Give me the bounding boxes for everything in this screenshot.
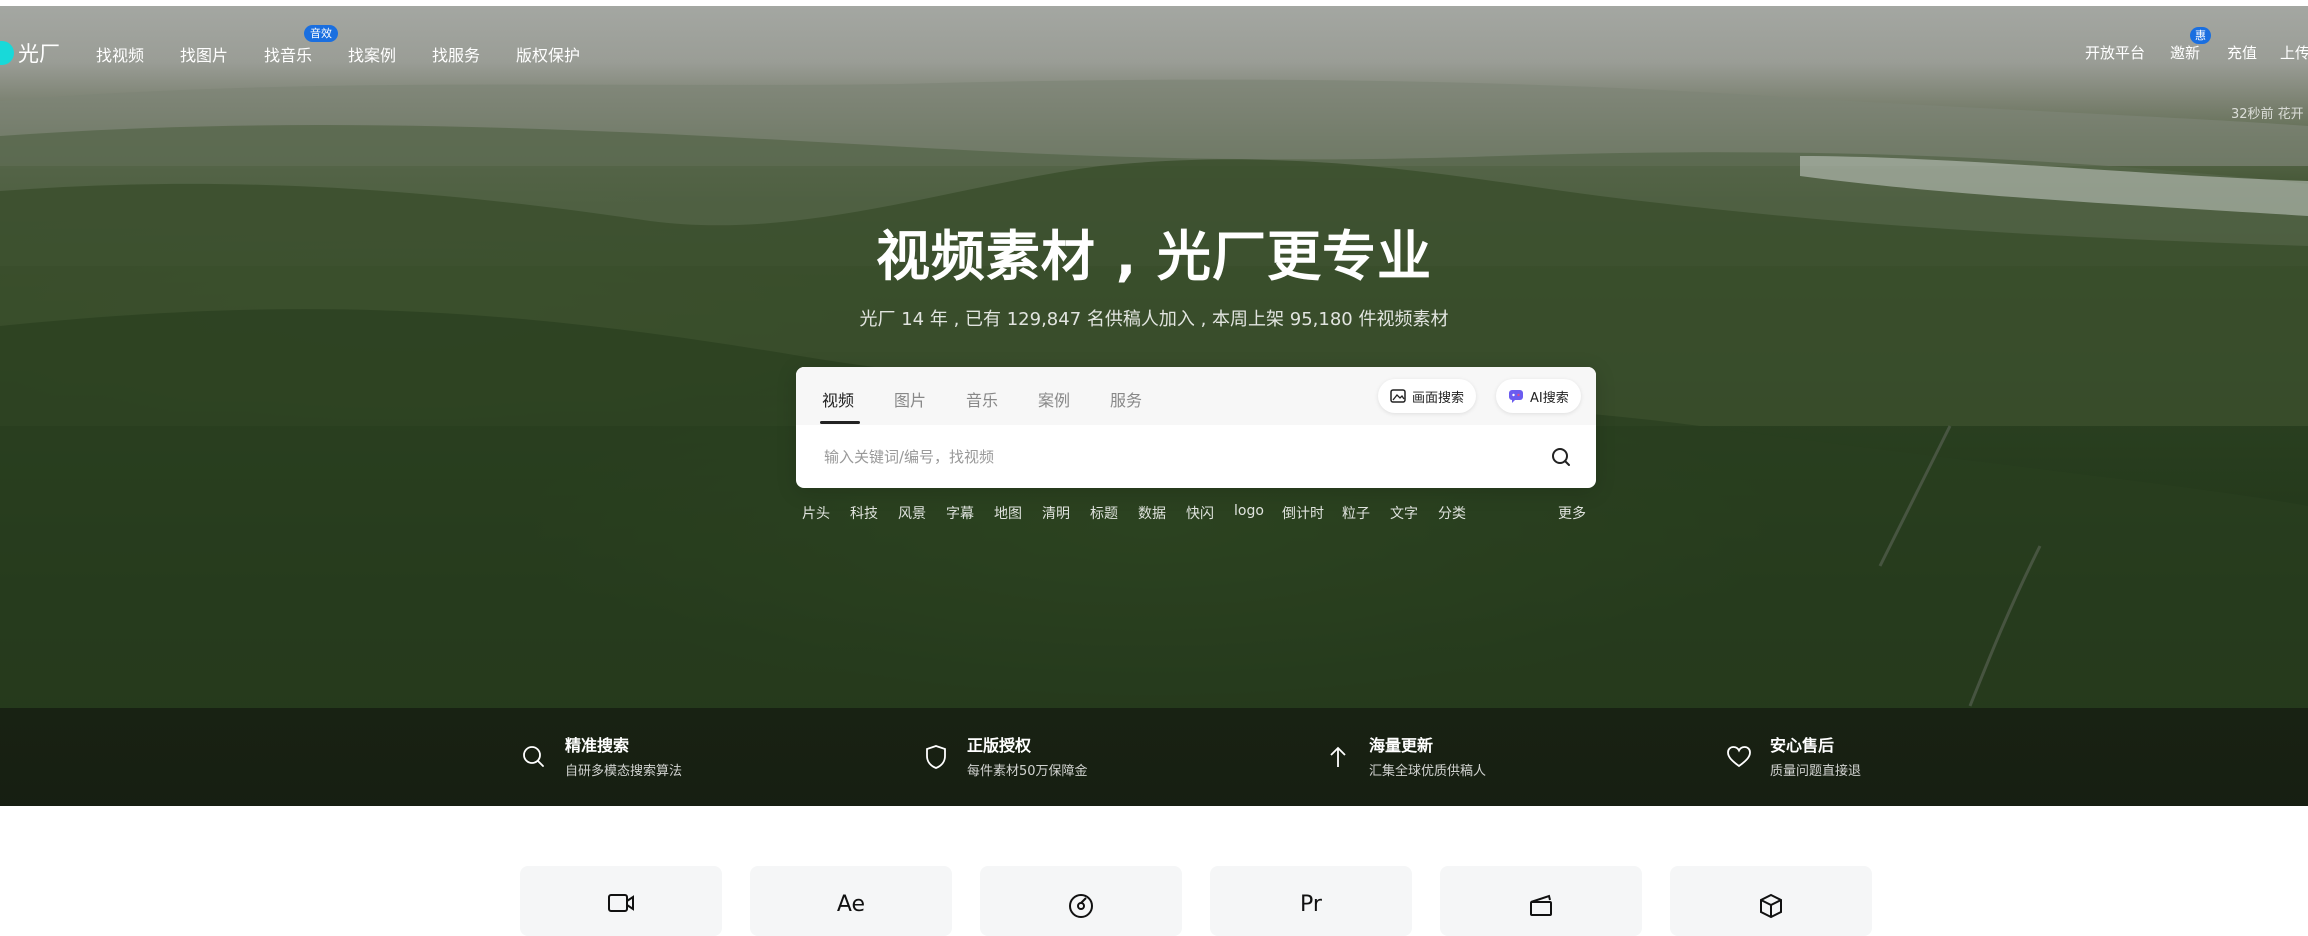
search-tab-case[interactable]: 案例 — [1038, 387, 1070, 411]
music-sfx-badge: 音效 — [304, 25, 338, 42]
search-tab-service[interactable]: 服务 — [1110, 387, 1142, 411]
nav-open-platform[interactable]: 开放平台 — [2085, 42, 2145, 63]
top-navigation: 光厂 找视频 找图片 找音乐 音效 找案例 找服务 版权保护 开放平台 邀新 惠… — [0, 6, 2308, 122]
category-card-clapper[interactable] — [1440, 866, 1642, 936]
feature-title: 安心售后 — [1770, 736, 1835, 755]
hot-tags: 片头 科技 风景 字幕 地图 清明 标题 数据 快闪 logo 倒计时 粒子 文… — [802, 503, 1594, 525]
category-card-pr[interactable]: Pr — [1210, 866, 1412, 936]
category-card-music[interactable] — [980, 866, 1182, 936]
logo-text: 光厂 — [18, 42, 60, 66]
logo-icon — [0, 41, 14, 65]
search-panel: 视频 图片 音乐 案例 服务 画面搜索 AI搜索 — [796, 367, 1596, 488]
clapperboard-icon — [1530, 894, 1552, 916]
nav-recharge[interactable]: 充值 — [2227, 42, 2257, 63]
activity-ticker: 32秒前 花开 — [2231, 107, 2304, 122]
hot-tag[interactable]: 字幕 — [946, 503, 974, 523]
arrow-up-icon — [1330, 746, 1346, 767]
hot-tag[interactable]: 粒子 — [1342, 503, 1370, 523]
image-search-label: 画面搜索 — [1412, 390, 1465, 406]
search-icon[interactable] — [1550, 446, 1572, 468]
ai-chat-icon — [1509, 390, 1523, 403]
more-tags-link[interactable]: 更多 — [1558, 503, 1586, 523]
hot-tag[interactable]: 片头 — [802, 503, 830, 523]
hero-subtitle: 光厂 14 年 , 已有 129,847 名供稿人加入 , 本周上架 95,18… — [859, 309, 1449, 330]
feature-desc: 汇集全球优质供稿人 — [1369, 764, 1487, 779]
nav-upload[interactable]: 上传 — [2280, 42, 2308, 63]
video-camera-icon — [608, 894, 634, 912]
feature-desc: 每件素材50万保障金 — [967, 764, 1088, 779]
hot-tag[interactable]: 文字 — [1390, 503, 1418, 523]
hot-tag[interactable]: 快闪 — [1186, 503, 1214, 523]
search-tab-image[interactable]: 图片 — [894, 387, 926, 411]
hot-tag[interactable]: 标题 — [1090, 503, 1118, 523]
heart-icon — [1727, 746, 1751, 768]
ai-search-label: AI搜索 — [1530, 390, 1569, 406]
invite-badge: 惠 — [2190, 27, 2211, 44]
cube-icon — [1760, 893, 1782, 919]
hot-tag[interactable]: 科技 — [850, 503, 878, 523]
hot-tag[interactable]: 清明 — [1042, 503, 1070, 523]
image-search-button[interactable]: 画面搜索 — [1378, 379, 1477, 413]
nav-item-video[interactable]: 找视频 — [96, 42, 144, 66]
music-disc-icon — [1069, 894, 1093, 918]
hot-tag[interactable]: 地图 — [994, 503, 1022, 523]
nav-item-case[interactable]: 找案例 — [348, 42, 396, 66]
site-logo[interactable]: 光厂 — [0, 39, 60, 67]
pr-icon: Pr — [1300, 892, 1322, 917]
ai-search-button[interactable]: AI搜索 — [1496, 379, 1581, 413]
hero-title: 视频素材 , 光厂更专业 — [875, 225, 1433, 288]
feature-title: 正版授权 — [967, 736, 1032, 755]
search-tab-music[interactable]: 音乐 — [966, 387, 998, 411]
hot-tag[interactable]: 风景 — [898, 503, 926, 523]
category-card-video[interactable] — [520, 866, 722, 936]
category-card-ae[interactable]: Ae — [750, 866, 952, 936]
feature-title: 精准搜索 — [565, 736, 630, 755]
nav-invite[interactable]: 邀新 — [2170, 42, 2200, 63]
nav-item-music[interactable]: 找音乐 — [264, 42, 312, 66]
feature-desc: 质量问题直接退 — [1770, 764, 1862, 779]
shield-icon — [926, 745, 946, 769]
search-input[interactable] — [822, 441, 1506, 473]
hot-tag[interactable]: 数据 — [1138, 503, 1166, 523]
feature-title: 海量更新 — [1369, 736, 1434, 755]
hot-tag[interactable]: 倒计时 — [1282, 503, 1324, 523]
search-tabs: 视频 图片 音乐 案例 服务 画面搜索 AI搜索 — [796, 367, 1596, 425]
active-tab-indicator — [820, 421, 860, 424]
feature-desc: 自研多模态搜索算法 — [565, 764, 683, 779]
ae-icon: Ae — [836, 892, 866, 917]
hot-tag[interactable]: logo — [1234, 503, 1264, 519]
nav-item-copyright[interactable]: 版权保护 — [516, 42, 580, 66]
features-bar: 精准搜索 自研多模态搜索算法 正版授权 每件素材50万保障金 海量更新 汇集全球… — [0, 708, 2308, 806]
category-cards: Ae Pr — [0, 866, 2308, 936]
nav-item-image[interactable]: 找图片 — [180, 42, 228, 66]
search-icon — [523, 746, 544, 767]
category-card-3d[interactable] — [1670, 866, 1872, 936]
image-icon — [1390, 389, 1406, 403]
nav-item-service[interactable]: 找服务 — [432, 42, 480, 66]
hot-tag[interactable]: 分类 — [1438, 503, 1466, 523]
search-tab-video[interactable]: 视频 — [822, 387, 854, 411]
